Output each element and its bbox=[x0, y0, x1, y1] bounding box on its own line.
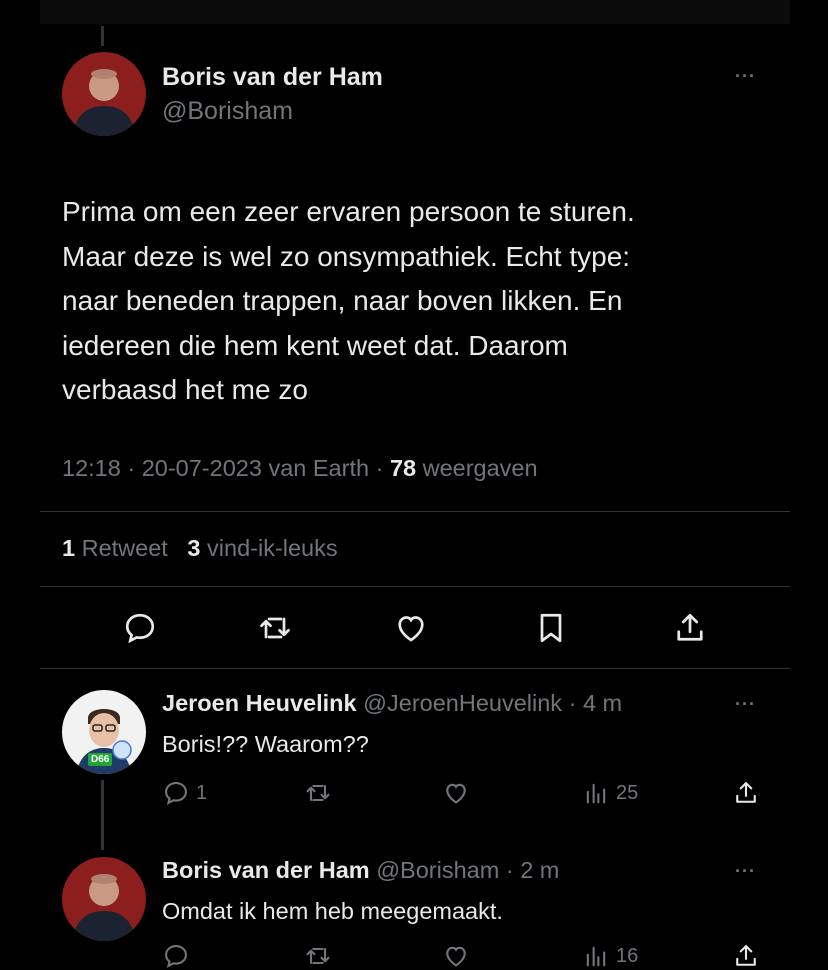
tweet-stats: 1 Retweet 3 vind-ik-leuks bbox=[62, 535, 338, 562]
retweet-button[interactable] bbox=[304, 779, 332, 807]
views-button[interactable]: 16 bbox=[582, 942, 638, 970]
retweet-button[interactable] bbox=[304, 942, 332, 970]
retweet-icon bbox=[306, 947, 330, 965]
reply-time[interactable]: 2 m bbox=[520, 857, 559, 883]
share-button[interactable] bbox=[732, 779, 760, 807]
views-label: weergaven bbox=[422, 455, 538, 481]
reply-icon bbox=[165, 782, 187, 805]
thread-line bbox=[101, 26, 104, 46]
reply-count: 1 bbox=[196, 781, 208, 804]
bookmark-button[interactable] bbox=[527, 604, 575, 652]
ellipsis-icon[interactable]: ··· bbox=[735, 694, 756, 715]
share-button[interactable] bbox=[732, 942, 760, 970]
reply-text: Omdat ik hem heb meegemaakt. bbox=[162, 898, 503, 924]
reply-header: Jeroen Heuvelink @JeroenHeuvelink · 4 m bbox=[162, 690, 623, 716]
author-handle[interactable]: @Borisham bbox=[162, 97, 293, 126]
reply-author-handle[interactable]: @Borisham bbox=[376, 857, 499, 883]
likes-count[interactable]: 3 bbox=[187, 535, 200, 561]
share-button[interactable] bbox=[666, 604, 714, 652]
views-count: 16 bbox=[616, 944, 639, 967]
avatar[interactable] bbox=[62, 52, 146, 136]
avatar[interactable]: D66 bbox=[62, 690, 146, 774]
author-name[interactable]: Boris van der Ham bbox=[162, 63, 383, 92]
tweet-text-line: Prima om een zeer ervaren persoon te stu… bbox=[62, 196, 635, 227]
views-chart-icon bbox=[586, 946, 606, 967]
ellipsis-icon[interactable]: ··· bbox=[735, 861, 756, 882]
avatar[interactable] bbox=[62, 857, 146, 941]
views-chart-icon bbox=[586, 783, 606, 804]
heart-icon bbox=[398, 616, 424, 642]
reply-author-name[interactable]: Jeroen Heuvelink bbox=[162, 690, 357, 716]
divider bbox=[40, 668, 790, 669]
views-button[interactable]: 25 bbox=[582, 779, 638, 807]
boris-avatar-image bbox=[62, 52, 146, 136]
ellipsis-icon[interactable]: ··· bbox=[735, 66, 756, 87]
retweets-label[interactable]: Retweet bbox=[82, 535, 168, 561]
retweets-count[interactable]: 1 bbox=[62, 535, 75, 561]
reply-author-handle[interactable]: @JeroenHeuvelink bbox=[363, 690, 562, 716]
tweet-date[interactable]: 20-07-2023 bbox=[142, 455, 262, 481]
previous-tweet-edge bbox=[40, 0, 790, 24]
divider bbox=[40, 586, 790, 587]
tweet-time[interactable]: 12:18 bbox=[62, 455, 121, 481]
retweet-button[interactable] bbox=[251, 604, 299, 652]
reply-header: Boris van der Ham @Borisham · 2 m bbox=[162, 857, 560, 883]
like-button[interactable] bbox=[387, 604, 435, 652]
retweet-icon bbox=[260, 617, 290, 639]
reply-button[interactable]: 1 bbox=[162, 779, 207, 807]
reply-button[interactable] bbox=[162, 942, 190, 970]
tweet-text-line: naar beneden trappen, naar boven likken.… bbox=[62, 285, 623, 316]
thread-line bbox=[101, 780, 104, 850]
reply-icon bbox=[165, 945, 187, 968]
tweet-text-line: iedereen die hem kent weet dat. Daarom bbox=[62, 329, 568, 361]
like-button[interactable] bbox=[442, 942, 470, 970]
boris-avatar-image bbox=[62, 857, 146, 941]
likes-label[interactable]: vind-ik-leuks bbox=[207, 535, 338, 561]
tweet-meta: 12:18 · 20-07-2023 van Earth · 78 weerga… bbox=[62, 455, 538, 481]
tweet-text-line: Maar deze is wel zo onsympathiek. Echt t… bbox=[62, 240, 631, 272]
share-icon bbox=[677, 613, 703, 641]
tweet-text: Prima om een zeer ervaren persoon te stu… bbox=[62, 190, 762, 413]
share-icon bbox=[736, 782, 756, 803]
reply-icon bbox=[125, 613, 155, 644]
views-count: 78 bbox=[389, 455, 417, 481]
tweet-action-bar bbox=[0, 604, 828, 654]
like-button[interactable] bbox=[442, 779, 470, 807]
reply-author-name[interactable]: Boris van der Ham bbox=[162, 857, 370, 883]
reply-time[interactable]: 4 m bbox=[583, 690, 622, 716]
retweet-icon bbox=[306, 784, 330, 802]
views-count: 25 bbox=[616, 781, 639, 804]
tweet-source: van Earth bbox=[268, 455, 370, 481]
divider bbox=[40, 511, 790, 512]
heart-icon bbox=[446, 783, 466, 804]
heart-icon bbox=[446, 946, 466, 967]
party-badge: D66 bbox=[88, 753, 113, 766]
share-icon bbox=[736, 945, 756, 966]
reply-text: Boris!?? Waarom?? bbox=[162, 731, 369, 757]
reply-button[interactable] bbox=[116, 604, 164, 652]
tweet-text-line: verbaasd het me zo bbox=[62, 374, 308, 405]
bookmark-icon bbox=[540, 613, 562, 643]
